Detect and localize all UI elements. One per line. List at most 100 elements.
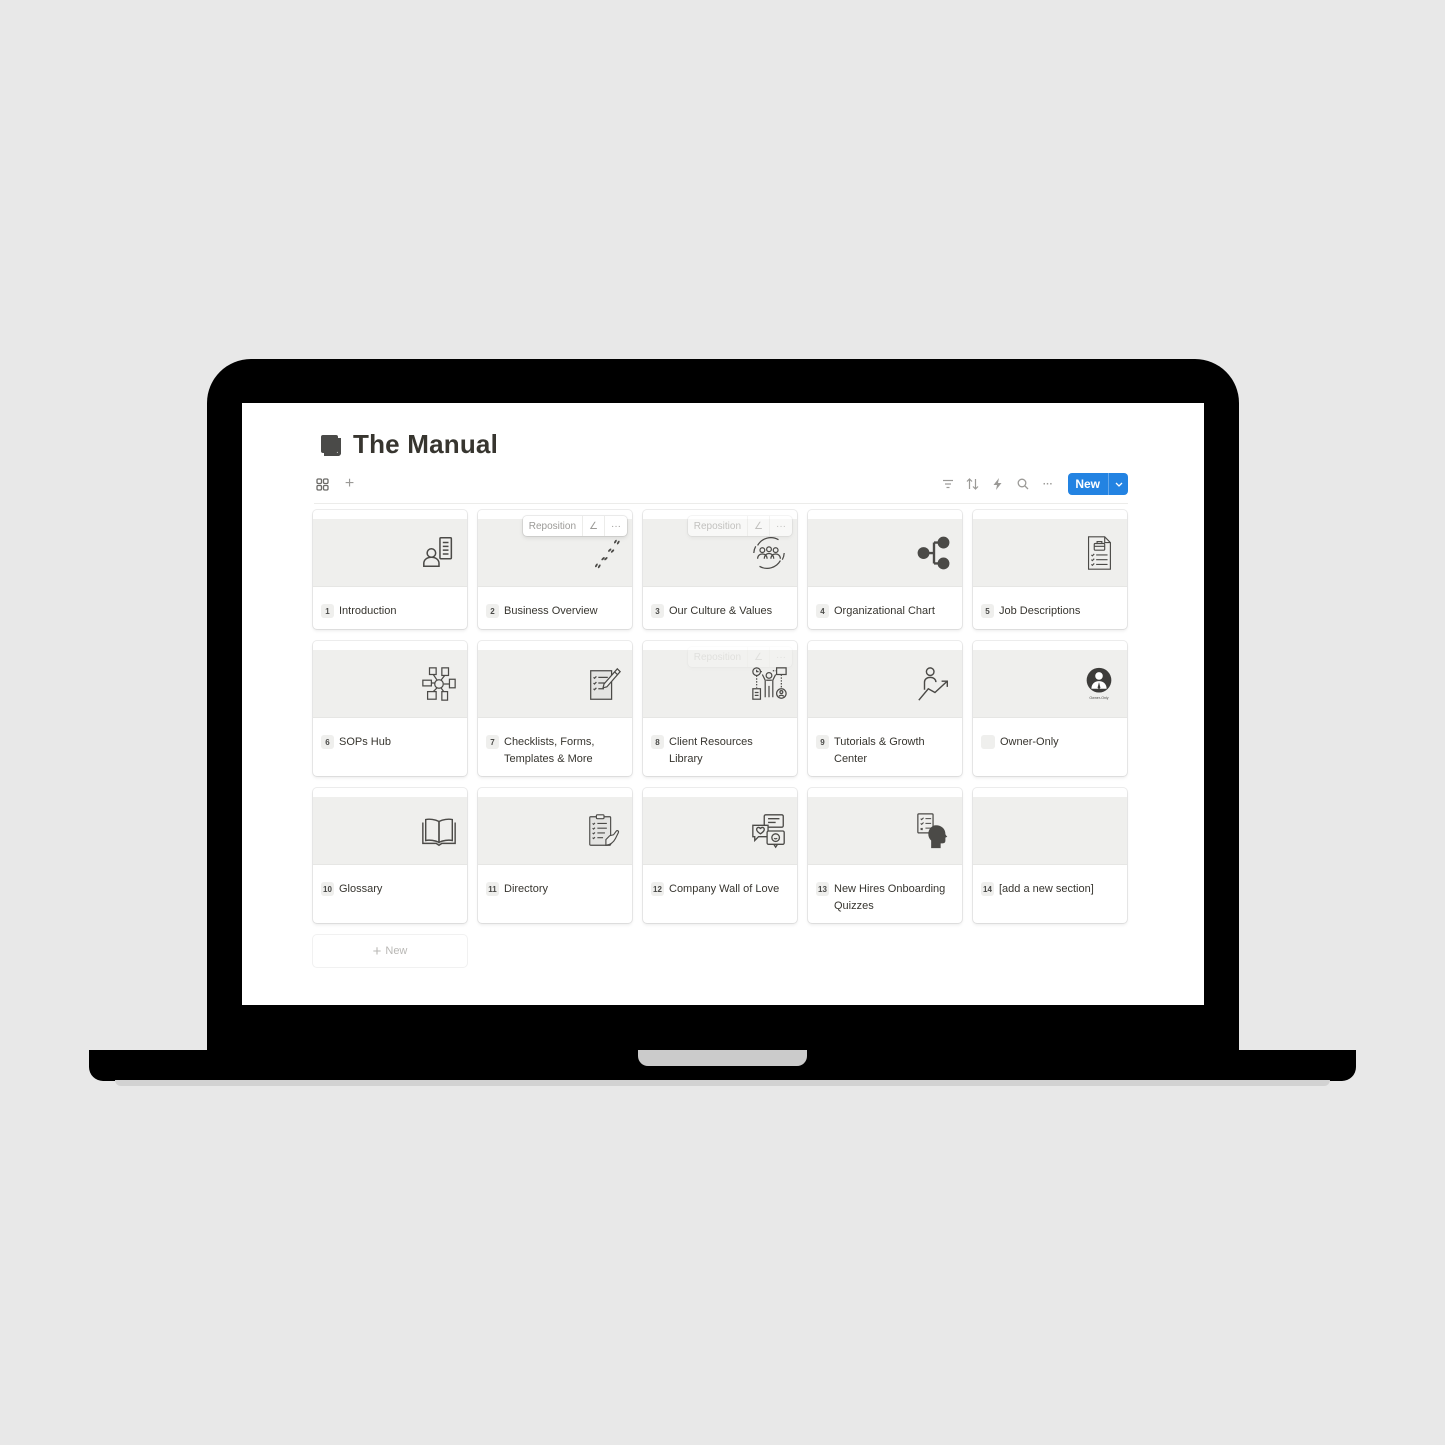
gallery-card[interactable]: Reposition ∠ ··· 2 Business Overview [478, 510, 632, 629]
notion-screen: The Manual + ··· New 1 Introduction Repo… [242, 403, 1204, 1005]
chat-bubbles-heart-icon [750, 812, 788, 850]
page-header: The Manual [319, 429, 498, 460]
card-cover [313, 797, 467, 865]
add-new-card-button[interactable]: + New [313, 935, 467, 967]
person-document-icon [420, 534, 458, 572]
automation-icon[interactable] [989, 474, 1006, 494]
growth-person-icon [915, 665, 953, 703]
new-button[interactable]: New [1068, 473, 1108, 495]
gallery-card[interactable]: Reposition ∠ ··· 3 Our Culture & Values [643, 510, 797, 629]
new-dropdown-chevron-icon[interactable] [1108, 473, 1128, 495]
card-cover [808, 650, 962, 718]
card-number-badge: 4 [816, 604, 829, 618]
reposition-button[interactable]: Reposition [688, 647, 749, 667]
card-title[interactable]: Introduction [339, 603, 396, 620]
checklist-pen-icon [585, 665, 623, 703]
card-title[interactable]: Directory [504, 881, 548, 898]
book-icon[interactable] [319, 433, 343, 457]
gallery-card[interactable]: 5 Job Descriptions [973, 510, 1127, 629]
job-document-icon [1080, 534, 1118, 572]
card-number-badge: 6 [321, 735, 334, 749]
card-number-badge: 2 [486, 604, 499, 618]
card-number-badge [981, 735, 995, 749]
open-book-icon [420, 812, 458, 850]
gallery-card[interactable]: 4 Organizational Chart [808, 510, 962, 629]
gallery-view-icon[interactable] [314, 474, 331, 494]
sort-icon[interactable] [964, 474, 981, 494]
card-title[interactable]: Glossary [339, 881, 382, 898]
card-title[interactable]: Client Resources Library [669, 734, 789, 768]
card-title[interactable]: Checklists, Forms, Templates & More [504, 734, 624, 768]
gallery-card[interactable]: 6 SOPs Hub [313, 641, 467, 776]
page-title[interactable]: The Manual [353, 429, 498, 460]
card-number-badge: 3 [651, 604, 664, 618]
card-number-badge: 9 [816, 735, 829, 749]
team-cycle-icon [750, 534, 788, 572]
card-title[interactable]: Business Overview [504, 603, 598, 620]
clipboard-hand-icon [585, 812, 623, 850]
card-cover [973, 519, 1127, 587]
client-resources-icon [750, 665, 788, 703]
more-icon[interactable]: ··· [1039, 474, 1056, 494]
gallery-row-2: 6 SOPs Hub 7 Checklists, Forms, Template… [313, 641, 1129, 776]
card-cover [313, 650, 467, 718]
laptop-notch [638, 1050, 807, 1066]
card-number-badge: 13 [816, 882, 829, 896]
gallery-card[interactable]: 13 New Hires Onboarding Quizzes [808, 788, 962, 923]
card-number-badge: 14 [981, 882, 994, 896]
card-cover [478, 650, 632, 718]
process-hub-icon [420, 665, 458, 703]
gallery-card[interactable]: 7 Checklists, Forms, Templates & More [478, 641, 632, 776]
card-title[interactable]: Organizational Chart [834, 603, 935, 620]
gallery-card[interactable]: 9 Tutorials & Growth Center [808, 641, 962, 776]
card-number-badge: 7 [486, 735, 499, 749]
edit-icon[interactable]: ∠ [748, 647, 770, 667]
card-number-badge: 1 [321, 604, 334, 618]
card-cover [808, 519, 962, 587]
card-number-badge: 8 [651, 735, 664, 749]
gallery-card[interactable]: 11 Directory [478, 788, 632, 923]
gallery-row-1: 1 Introduction Reposition ∠ ··· 2 Busine… [313, 510, 1129, 629]
gallery-card[interactable]: 1 Introduction [313, 510, 467, 629]
card-title[interactable]: SOPs Hub [339, 734, 391, 751]
filter-icon[interactable] [939, 474, 956, 494]
gallery-card[interactable]: 14 [add a new section] [973, 788, 1127, 923]
edit-icon[interactable]: ∠ [583, 516, 605, 536]
card-title[interactable]: Job Descriptions [999, 603, 1080, 620]
new-button-group: New [1068, 473, 1128, 495]
card-title[interactable]: New Hires Onboarding Quizzes [834, 881, 954, 915]
card-number-badge: 11 [486, 882, 499, 896]
footprints-icon [585, 534, 623, 572]
card-number-badge: 10 [321, 882, 334, 896]
more-icon[interactable]: ··· [770, 516, 792, 536]
card-title[interactable]: Owner-Only [1000, 734, 1059, 751]
card-cover [808, 797, 962, 865]
gallery-card[interactable]: Owner-Only Owner-Only [973, 641, 1127, 776]
card-title[interactable]: Our Culture & Values [669, 603, 772, 620]
plus-icon: + [372, 942, 382, 960]
edit-icon[interactable]: ∠ [748, 516, 770, 536]
card-title[interactable]: Company Wall of Love [669, 881, 779, 898]
add-view-icon[interactable]: + [341, 474, 358, 494]
gallery-card[interactable]: 12 Company Wall of Love [643, 788, 797, 923]
card-cover [973, 797, 1127, 865]
reposition-button[interactable]: Reposition [523, 516, 584, 536]
gallery-row-3: 10 Glossary 11 Directory 12 Company Wall… [313, 788, 1129, 923]
card-cover [478, 797, 632, 865]
owner-icon-caption: Owner-Only [1089, 696, 1108, 700]
card-title[interactable]: Tutorials & Growth Center [834, 734, 954, 768]
search-icon[interactable] [1014, 474, 1031, 494]
gallery-card[interactable]: Reposition ∠ ··· 8 Client Resources Libr… [643, 641, 797, 776]
more-icon[interactable]: ··· [605, 516, 627, 536]
more-icon[interactable]: ··· [770, 647, 792, 667]
owner-avatar-icon: Owner-Only [1080, 665, 1118, 703]
quiz-head-icon [915, 812, 953, 850]
org-chart-icon [915, 534, 953, 572]
reposition-button[interactable]: Reposition [688, 516, 749, 536]
card-hover-toolbar: Reposition ∠ ··· [522, 516, 627, 536]
card-hover-toolbar: Reposition ∠ ··· [687, 516, 792, 536]
gallery-card[interactable]: 10 Glossary [313, 788, 467, 923]
laptop-base-shadow [115, 1080, 1330, 1086]
card-number-badge: 5 [981, 604, 994, 618]
card-title[interactable]: [add a new section] [999, 881, 1094, 898]
